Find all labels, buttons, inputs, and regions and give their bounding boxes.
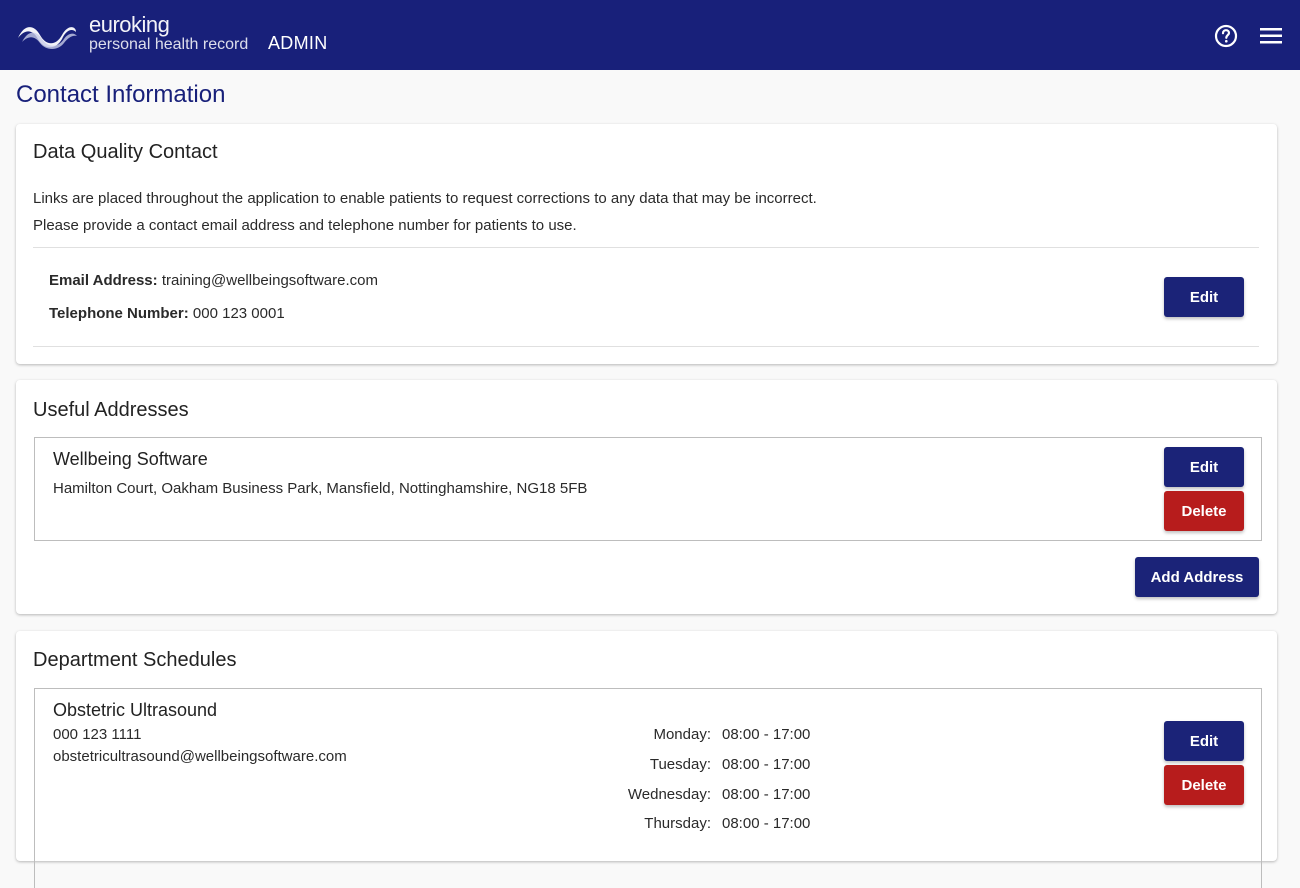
department-item: Obstetric Ultrasound 000 123 1111 obstet… bbox=[34, 688, 1262, 888]
schedule-day: Thursday: bbox=[644, 815, 711, 832]
schedule-day: Monday: bbox=[653, 726, 711, 743]
app-header: euroking personal health record ADMIN bbox=[0, 0, 1300, 70]
card-title: Department Schedules bbox=[33, 649, 237, 671]
schedule-hours: 08:00 - 17:00 bbox=[722, 726, 811, 743]
page-title: Contact Information bbox=[16, 81, 226, 108]
edit-department-button[interactable]: Edit bbox=[1164, 721, 1244, 761]
useful-addresses-card: Useful Addresses Wellbeing Software Hami… bbox=[16, 380, 1277, 614]
brand: euroking personal health record bbox=[89, 14, 248, 54]
telephone-row: Telephone Number: 000 123 0001 bbox=[49, 305, 285, 322]
edit-address-button[interactable]: Edit bbox=[1164, 447, 1244, 487]
department-schedules-card: Department Schedules Obstetric Ultrasoun… bbox=[16, 631, 1277, 888]
department-name: Obstetric Ultrasound bbox=[53, 700, 218, 720]
delete-address-button[interactable]: Delete bbox=[1164, 491, 1244, 531]
email-label: Email Address: bbox=[49, 272, 158, 289]
address-text: Hamilton Court, Oakham Business Park, Ma… bbox=[53, 480, 588, 497]
address-item: Wellbeing Software Hamilton Court, Oakha… bbox=[34, 437, 1262, 541]
divider bbox=[33, 247, 1259, 248]
telephone-label: Telephone Number: bbox=[49, 305, 189, 322]
edit-contact-button[interactable]: Edit bbox=[1164, 277, 1244, 317]
department-email: obstetricultrasound@wellbeingsoftware.co… bbox=[53, 748, 347, 765]
schedule-day: Tuesday: bbox=[649, 756, 711, 773]
telephone-value: 000 123 0001 bbox=[192, 305, 285, 322]
description-line-2: Please provide a contact email address a… bbox=[33, 217, 577, 234]
data-quality-contact-card: Data Quality Contact Links are placed th… bbox=[16, 124, 1277, 364]
add-address-button[interactable]: Add Address bbox=[1135, 557, 1259, 597]
schedule-day: Wednesday: bbox=[627, 786, 711, 803]
brand-name: euroking bbox=[89, 12, 170, 37]
email-value: training@wellbeingsoftware.com bbox=[161, 272, 378, 289]
schedule-hours: 08:00 - 17:00 bbox=[722, 786, 811, 803]
card-title: Useful Addresses bbox=[33, 399, 189, 421]
euroking-logo-icon[interactable] bbox=[16, 18, 78, 52]
department-phone: 000 123 1111 bbox=[53, 726, 142, 743]
schedule-hours: 08:00 - 17:00 bbox=[722, 756, 811, 773]
delete-department-button[interactable]: Delete bbox=[1164, 765, 1244, 805]
description-line-1: Links are placed throughout the applicat… bbox=[33, 190, 817, 207]
help-circle-icon[interactable] bbox=[1214, 24, 1238, 48]
schedule-hours: 08:00 - 17:00 bbox=[722, 815, 811, 832]
hamburger-menu-icon[interactable] bbox=[1259, 25, 1283, 47]
header-title: ADMIN bbox=[268, 33, 328, 53]
card-title: Data Quality Contact bbox=[33, 141, 218, 163]
divider bbox=[33, 346, 1259, 347]
address-name: Wellbeing Software bbox=[53, 449, 208, 469]
email-row: Email Address: training@wellbeingsoftwar… bbox=[49, 272, 378, 289]
brand-subtitle: personal health record bbox=[89, 36, 249, 53]
